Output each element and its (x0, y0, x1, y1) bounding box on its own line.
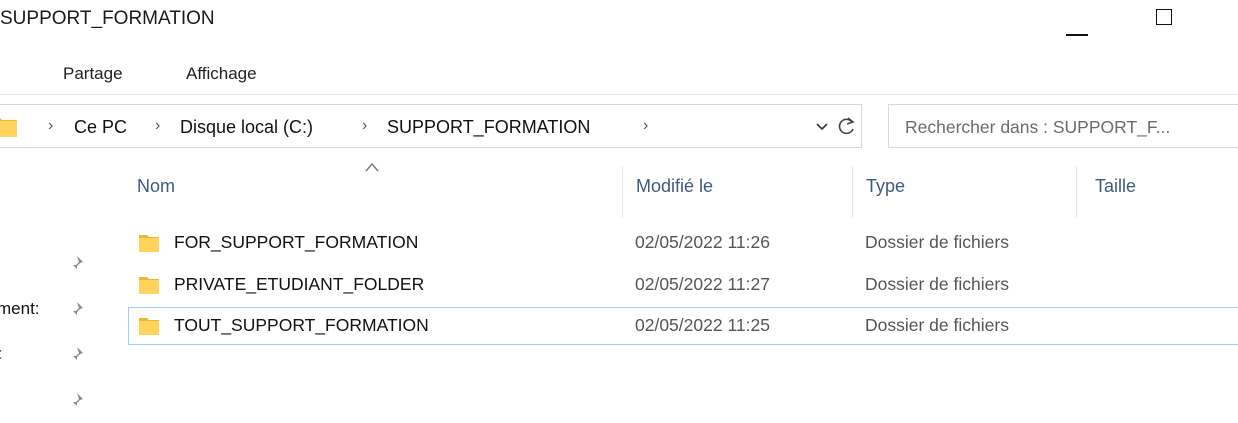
file-modified: 02/05/2022 11:26 (635, 232, 770, 252)
breadcrumb-separator: › (362, 117, 368, 134)
file-modified: 02/05/2022 11:25 (635, 315, 770, 335)
column-divider[interactable] (622, 166, 623, 218)
file-type: Dossier de fichiers (865, 315, 1009, 335)
file-row[interactable]: PRIVATE_ETUDIANT_FOLDER 02/05/2022 11:27… (128, 268, 1238, 302)
column-header-name[interactable]: Nom (137, 176, 175, 197)
column-divider[interactable] (1076, 166, 1077, 218)
file-row[interactable]: FOR_SUPPORT_FORMATION 02/05/2022 11:26 D… (128, 226, 1238, 260)
window-title: SUPPORT_FORMATION (0, 8, 215, 29)
minimize-button[interactable] (1052, 8, 1098, 38)
column-header-modified[interactable]: Modifié le (636, 176, 713, 197)
file-row-selected[interactable]: TOUT_SUPPORT_FORMATION 02/05/2022 11:25 … (128, 307, 1238, 345)
file-type: Dossier de fichiers (865, 274, 1009, 294)
column-header-type[interactable]: Type (866, 176, 905, 197)
pin-icon[interactable] (68, 346, 84, 363)
folder-icon (0, 114, 18, 138)
breadcrumb-this-pc[interactable]: Ce PC (74, 117, 127, 138)
column-header-size[interactable]: Taille (1095, 176, 1136, 197)
ribbon-tab-affichage[interactable]: Affichage (186, 64, 257, 84)
search-placeholder: Rechercher dans : SUPPORT_F... (905, 117, 1171, 137)
folder-icon (138, 232, 160, 254)
sort-ascending-icon (364, 160, 380, 174)
refresh-icon[interactable] (834, 112, 860, 140)
ribbon-divider (0, 94, 1238, 95)
breadcrumb-separator: › (155, 117, 161, 134)
file-modified: 02/05/2022 11:27 (635, 274, 770, 294)
folder-icon (138, 274, 160, 296)
file-name: TOUT_SUPPORT_FORMATION (174, 315, 429, 335)
pin-icon[interactable] (68, 301, 84, 318)
breadcrumb-expand-chevron[interactable]: › (643, 117, 648, 135)
maximize-button[interactable] (1140, 6, 1186, 36)
file-name: PRIVATE_ETUDIANT_FOLDER (174, 274, 425, 294)
nav-item-label[interactable]: ment: (0, 299, 40, 319)
breadcrumb-support-formation[interactable]: SUPPORT_FORMATION (387, 117, 590, 138)
chevron-down-icon[interactable] (812, 114, 832, 138)
breadcrumb-local-disk[interactable]: Disque local (C:) (180, 117, 313, 138)
ribbon-tab-partage[interactable]: Partage (63, 64, 123, 84)
file-name: FOR_SUPPORT_FORMATION (174, 232, 419, 252)
pin-icon[interactable] (68, 255, 84, 272)
pin-icon[interactable] (68, 392, 84, 409)
breadcrumb-separator: › (48, 117, 54, 134)
folder-icon (138, 315, 160, 337)
file-type: Dossier de fichiers (865, 232, 1009, 252)
column-divider[interactable] (852, 166, 853, 218)
nav-item-label[interactable]: : (0, 344, 3, 364)
